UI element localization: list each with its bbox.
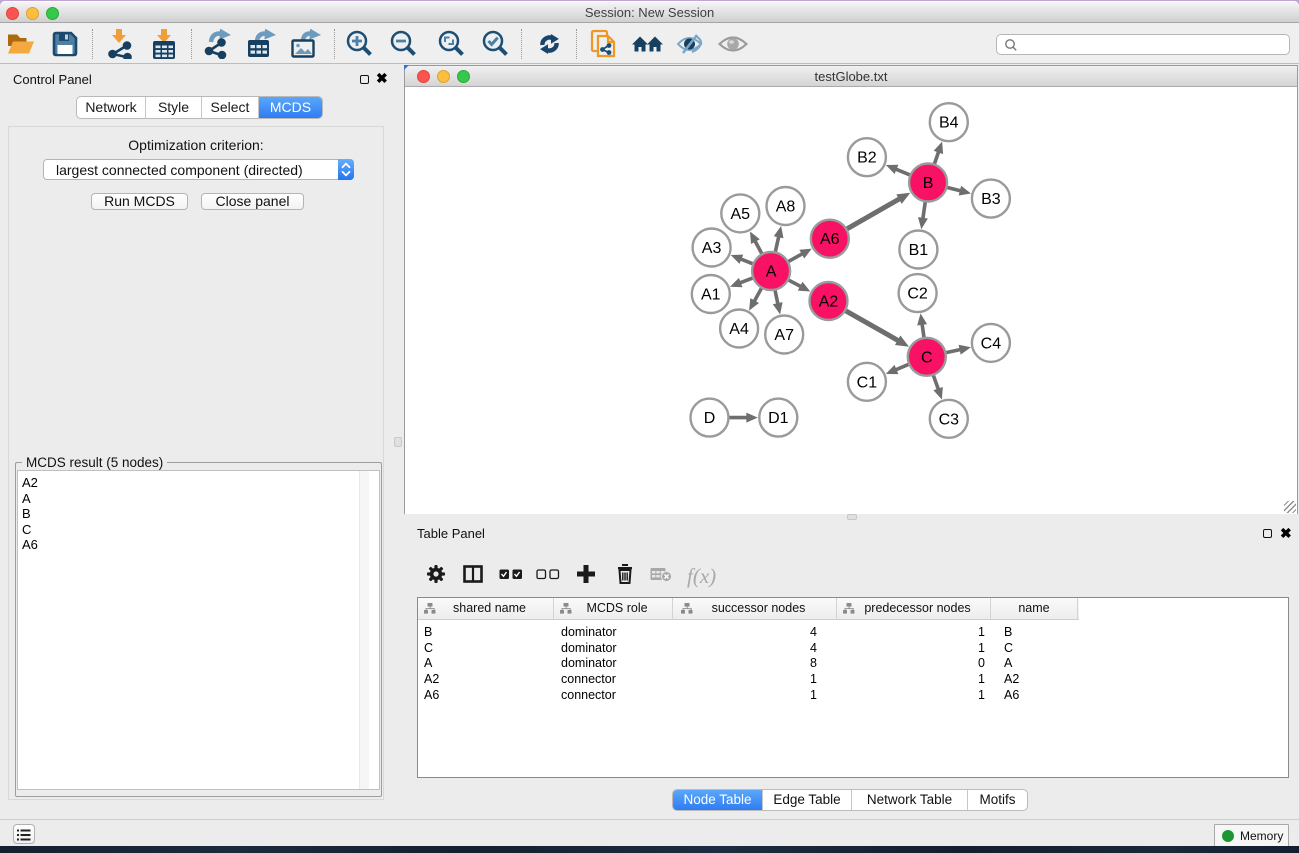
svg-text:D: D xyxy=(704,410,716,427)
svg-text:D1: D1 xyxy=(768,410,789,427)
svg-text:B2: B2 xyxy=(857,150,877,167)
svg-text:A7: A7 xyxy=(774,327,794,344)
svg-text:A4: A4 xyxy=(729,321,749,338)
svg-text:A8: A8 xyxy=(776,199,796,216)
svg-text:C3: C3 xyxy=(939,411,960,428)
svg-text:C2: C2 xyxy=(907,286,928,303)
svg-text:C4: C4 xyxy=(981,335,1002,352)
svg-text:B4: B4 xyxy=(939,115,959,132)
svg-text:A3: A3 xyxy=(702,240,722,257)
svg-text:A6: A6 xyxy=(820,231,840,248)
svg-text:A5: A5 xyxy=(731,206,751,223)
svg-text:B: B xyxy=(923,175,934,192)
svg-text:A2: A2 xyxy=(819,294,839,311)
svg-text:C: C xyxy=(921,349,933,366)
svg-text:A1: A1 xyxy=(701,287,721,304)
svg-text:B1: B1 xyxy=(909,242,929,259)
svg-text:A: A xyxy=(766,264,777,281)
svg-text:B3: B3 xyxy=(981,191,1001,208)
svg-text:C1: C1 xyxy=(857,374,878,391)
